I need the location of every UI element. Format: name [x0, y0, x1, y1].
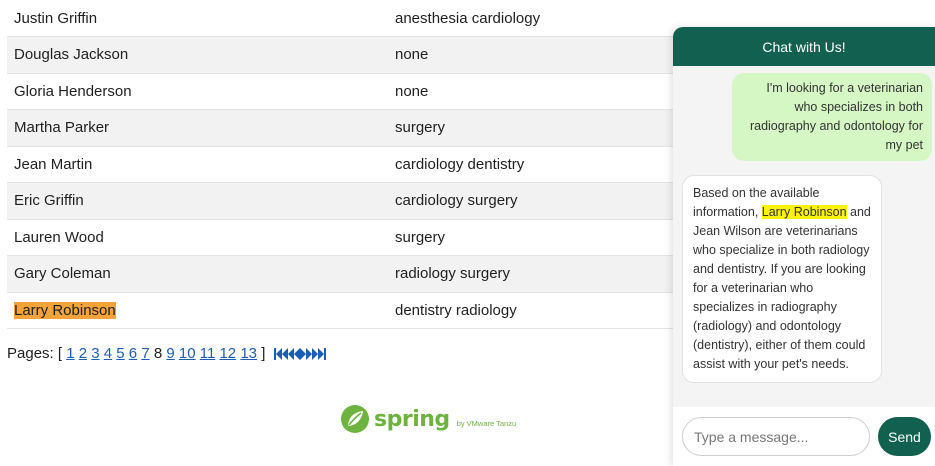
- vet-name-cell: Jean Martin: [7, 146, 388, 183]
- page-link-4[interactable]: 4: [104, 345, 112, 362]
- bot-message: Based on the available information, Larr…: [682, 175, 882, 383]
- logo-subtitle: by VMware Tanzu: [456, 418, 517, 428]
- page-nav: [273, 345, 326, 362]
- page-link-6[interactable]: 6: [129, 345, 137, 362]
- page-link-13[interactable]: 13: [240, 345, 257, 362]
- chat-title: Chat with Us!: [762, 38, 846, 55]
- page-link-5[interactable]: 5: [116, 345, 124, 362]
- vet-name: Gloria Henderson: [14, 82, 132, 100]
- last-page-icon[interactable]: [311, 348, 326, 360]
- page-link-1[interactable]: 1: [66, 345, 74, 362]
- vet-name-cell: Martha Parker: [7, 109, 388, 147]
- page-link-7[interactable]: 7: [141, 345, 149, 362]
- vet-name-cell: Eric Griffin: [7, 182, 388, 220]
- vet-name-cell: Douglas Jackson: [7, 36, 388, 74]
- page-link-2[interactable]: 2: [79, 345, 87, 362]
- chat-header[interactable]: Chat with Us!: [673, 27, 935, 66]
- pages-close-bracket: ]: [261, 345, 266, 362]
- bot-message-highlight: Larry Robinson: [761, 205, 847, 219]
- bot-message-end: and Jean Wilson are veterinarians who sp…: [693, 205, 871, 371]
- vet-name: Douglas Jackson: [14, 46, 129, 64]
- vet-name-cell: Gloria Henderson: [7, 73, 388, 110]
- vet-name: Gary Coleman: [14, 265, 111, 283]
- pages-label: Pages:: [7, 345, 54, 362]
- vet-name: Justin Griffin: [14, 9, 98, 27]
- vet-name-cell: Lauren Wood: [7, 219, 388, 256]
- spring-logo: spring by VMware Tanzu: [340, 404, 516, 434]
- pagination: Pages: [ 1 2 3 4 5 6 7 8 9 10 11 12 13 ]: [7, 345, 326, 362]
- chat-messages[interactable]: I'm looking for a veterinarian who speci…: [673, 66, 935, 407]
- page-link-9[interactable]: 9: [166, 345, 174, 362]
- page-link-10[interactable]: 10: [179, 345, 196, 362]
- previous-page-icon[interactable]: [287, 348, 300, 360]
- pages-open-bracket: [: [57, 345, 63, 362]
- send-button[interactable]: Send: [878, 417, 931, 456]
- current-page: 8: [153, 345, 163, 362]
- vet-name-cell: Justin Griffin: [7, 0, 388, 37]
- page-link-11[interactable]: 11: [200, 345, 216, 362]
- chat-message-input[interactable]: [682, 417, 870, 456]
- spring-leaf-icon: [341, 405, 369, 433]
- page-link-3[interactable]: 3: [91, 345, 99, 362]
- logo-wordmark: spring: [374, 406, 450, 432]
- user-message: I'm looking for a veterinarian who speci…: [732, 73, 932, 161]
- vet-name-cell: Larry Robinson: [7, 292, 388, 329]
- page-link-12[interactable]: 12: [219, 345, 236, 362]
- vet-name: Lauren Wood: [14, 228, 104, 246]
- chat-widget: Chat with Us! I'm looking for a veterina…: [673, 27, 935, 466]
- vet-name: Martha Parker: [14, 119, 110, 137]
- page-links: 1 2 3 4 5 6 7 8 9 10 11 12 13: [66, 345, 257, 362]
- vet-name: Jean Martin: [14, 155, 93, 173]
- vet-name-cell: Gary Coleman: [7, 255, 388, 293]
- vet-name: Eric Griffin: [14, 192, 84, 210]
- vet-name: Larry Robinson: [14, 301, 116, 319]
- next-page-icon[interactable]: [299, 348, 312, 360]
- chat-input-row: Send: [673, 407, 935, 466]
- first-page-icon[interactable]: [273, 348, 288, 360]
